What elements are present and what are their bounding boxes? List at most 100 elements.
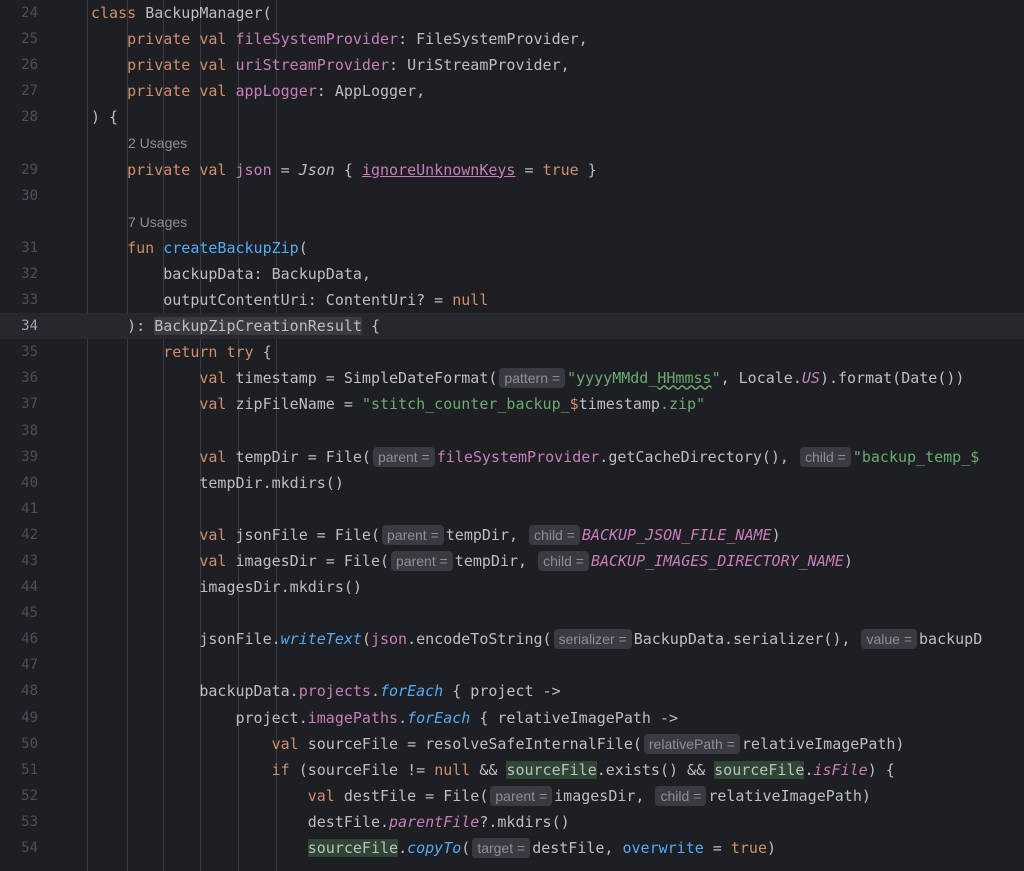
code-text[interactable]: class BackupManager( [91, 0, 272, 26]
code-text[interactable]: val zipFileName = "stitch_counter_backup… [91, 391, 705, 417]
line-number: 50 [21, 735, 38, 752]
code-line[interactable]: 51 if (sourceFile != null && sourceFile.… [0, 757, 1024, 783]
code-line[interactable]: 25 private val fileSystemProvider: FileS… [0, 26, 1024, 52]
line-number: 38 [21, 422, 38, 439]
code-text[interactable]: tempDir.mkdirs() [91, 470, 344, 496]
code-text[interactable]: backupData: BackupData, [91, 261, 371, 287]
line-number: 29 [21, 161, 38, 178]
code-text[interactable]: val sourceFile = resolveSafeInternalFile… [91, 731, 904, 757]
code-line[interactable]: 42 val jsonFile = File(parent = tempDir, … [0, 522, 1024, 548]
code-text[interactable]: private val fileSystemProvider: FileSyst… [91, 26, 588, 52]
code-text[interactable]: imagesDir.mkdirs() [91, 574, 362, 600]
code-token: relativeImagePath) [708, 786, 871, 805]
code-text[interactable]: sourceFile.copyTo(target = destFile, over… [91, 835, 776, 861]
code-line[interactable]: 27 private val appLogger: AppLogger, [0, 78, 1024, 104]
line-number: 35 [21, 344, 38, 361]
code-text[interactable]: project.imagePaths.forEach { relativeIma… [91, 705, 678, 731]
code-text[interactable]: private val appLogger: AppLogger, [91, 78, 425, 104]
code-line[interactable]: 28) { [0, 104, 1024, 130]
code-text[interactable]: outputContentUri: ContentUri? = null [91, 287, 488, 313]
code-token: jsonFile = File( [235, 525, 381, 544]
usages-count-link[interactable]: 2 Usages [128, 130, 187, 156]
code-text[interactable]: ) { [91, 104, 118, 130]
code-line[interactable]: 32 backupData: BackupData, [0, 261, 1024, 287]
code-line[interactable]: 39 val tempDir = File(parent = fileSystem… [0, 444, 1024, 470]
code-line[interactable]: 53 destFile.parentFile?.mkdirs() [0, 809, 1024, 835]
code-line[interactable]: 49 project.imagePaths.forEach { relative… [0, 705, 1024, 731]
code-token: , Locale. [720, 369, 802, 388]
code-editor[interactable]: 24 class BackupManager(25 private val fil… [0, 0, 1024, 871]
code-text[interactable]: backupData.projects.forEach { project -> [91, 678, 560, 704]
code-token: US [801, 369, 820, 388]
code-line[interactable]: 36 val timestamp = SimpleDateFormat(patt… [0, 365, 1024, 391]
code-line[interactable]: 26 private val uriStreamProvider: UriStr… [0, 52, 1024, 78]
code-token: $ [569, 395, 579, 414]
code-token: if [271, 760, 299, 779]
code-token: uriStreamProvider [235, 56, 390, 75]
code-text[interactable]: destFile.parentFile?.mkdirs() [91, 809, 570, 835]
code-line[interactable]: 50 val sourceFile = resolveSafeInternalF… [0, 731, 1024, 757]
code-line[interactable]: 40 tempDir.mkdirs() [0, 470, 1024, 496]
code-lines[interactable]: 24 class BackupManager(25 private val fil… [0, 0, 1024, 861]
code-token: : AppLogger, [316, 82, 426, 101]
code-line[interactable]: 41 [0, 496, 1024, 522]
code-text[interactable]: ): BackupZipCreationResult { [91, 313, 380, 339]
code-line[interactable]: 33 outputContentUri: ContentUri? = null [0, 287, 1024, 313]
code-line[interactable]: 46 jsonFile.writeText(json.encodeToStrin… [0, 626, 1024, 652]
code-line[interactable]: 48 backupData.projects.forEach { project… [0, 678, 1024, 704]
code-token: BACKUP_IMAGES_DIRECTORY_NAME [590, 551, 844, 570]
code-text[interactable]: fun createBackupZip( [91, 235, 308, 261]
line-number: 48 [21, 683, 38, 700]
line-number: 34 [21, 318, 38, 335]
code-line[interactable]: 54 sourceFile.copyTo(target = destFile, o… [0, 835, 1024, 861]
code-line[interactable]: 37 val zipFileName = "stitch_counter_bac… [0, 391, 1024, 417]
code-line[interactable]: 43 val imagesDir = File(parent = tempDir,… [0, 548, 1024, 574]
code-text[interactable]: if (sourceFile != null && sourceFile.exi… [91, 757, 895, 783]
code-text[interactable]: return try { [91, 339, 271, 365]
code-token: forEach [380, 682, 444, 701]
code-text[interactable]: jsonFile.writeText(json.encodeToString(s… [91, 626, 982, 652]
code-token: tempDir.mkdirs() [91, 473, 344, 492]
code-line[interactable]: 34 ): BackupZipCreationResult { [0, 313, 1024, 340]
code-text[interactable]: val timestamp = SimpleDateFormat(pattern… [91, 365, 964, 391]
code-line[interactable]: 47 [0, 652, 1024, 678]
parameter-hint: pattern = [499, 368, 566, 389]
usages-hint[interactable]: 2 Usages [0, 130, 1024, 156]
code-text[interactable]: val jsonFile = File(parent = tempDir, chi… [91, 522, 781, 548]
code-line[interactable]: 38 [0, 418, 1024, 444]
code-text[interactable]: val tempDir = File(parent = fileSystemPro… [91, 444, 979, 470]
code-line[interactable]: 44 imagesDir.mkdirs() [0, 574, 1024, 600]
code-token: imagesDir, [554, 786, 654, 805]
code-text[interactable]: val destFile = File(parent = imagesDir, c… [91, 783, 871, 809]
code-token: ) [767, 839, 777, 857]
usages-count-link[interactable]: 7 Usages [128, 209, 187, 235]
code-line[interactable]: 52 val destFile = File(parent = imagesDir… [0, 783, 1024, 809]
code-token: " [711, 369, 721, 388]
line-number: 25 [21, 31, 38, 48]
code-line[interactable]: 29 private val json = Json { ignoreUnkno… [0, 157, 1024, 183]
code-token: val [199, 395, 236, 414]
code-token: = [515, 160, 543, 179]
code-token: BackupManager( [145, 4, 272, 22]
code-text[interactable]: private val uriStreamProvider: UriStream… [91, 52, 570, 78]
code-line[interactable]: 30 [0, 183, 1024, 209]
parameter-hint: parent = [490, 785, 553, 806]
code-token: BACKUP_JSON_FILE_NAME [581, 525, 772, 544]
code-text[interactable]: val imagesDir = File(parent = tempDir, ch… [91, 548, 853, 574]
code-line[interactable]: 45 [0, 600, 1024, 626]
code-line[interactable]: 24 class BackupManager( [0, 0, 1024, 26]
code-text[interactable]: private val json = Json { ignoreUnknownK… [91, 157, 597, 183]
code-token: && [470, 760, 507, 779]
code-token: ) [771, 525, 781, 544]
line-number: 26 [21, 57, 38, 74]
code-token: private val [127, 82, 236, 101]
code-line[interactable]: 31 fun createBackupZip( [0, 235, 1024, 261]
usages-hint[interactable]: 7 Usages [0, 209, 1024, 235]
parameter-hint: relativePath = [643, 733, 740, 754]
code-line[interactable]: 35 return try { [0, 339, 1024, 365]
code-token: HHmmss [657, 369, 712, 388]
